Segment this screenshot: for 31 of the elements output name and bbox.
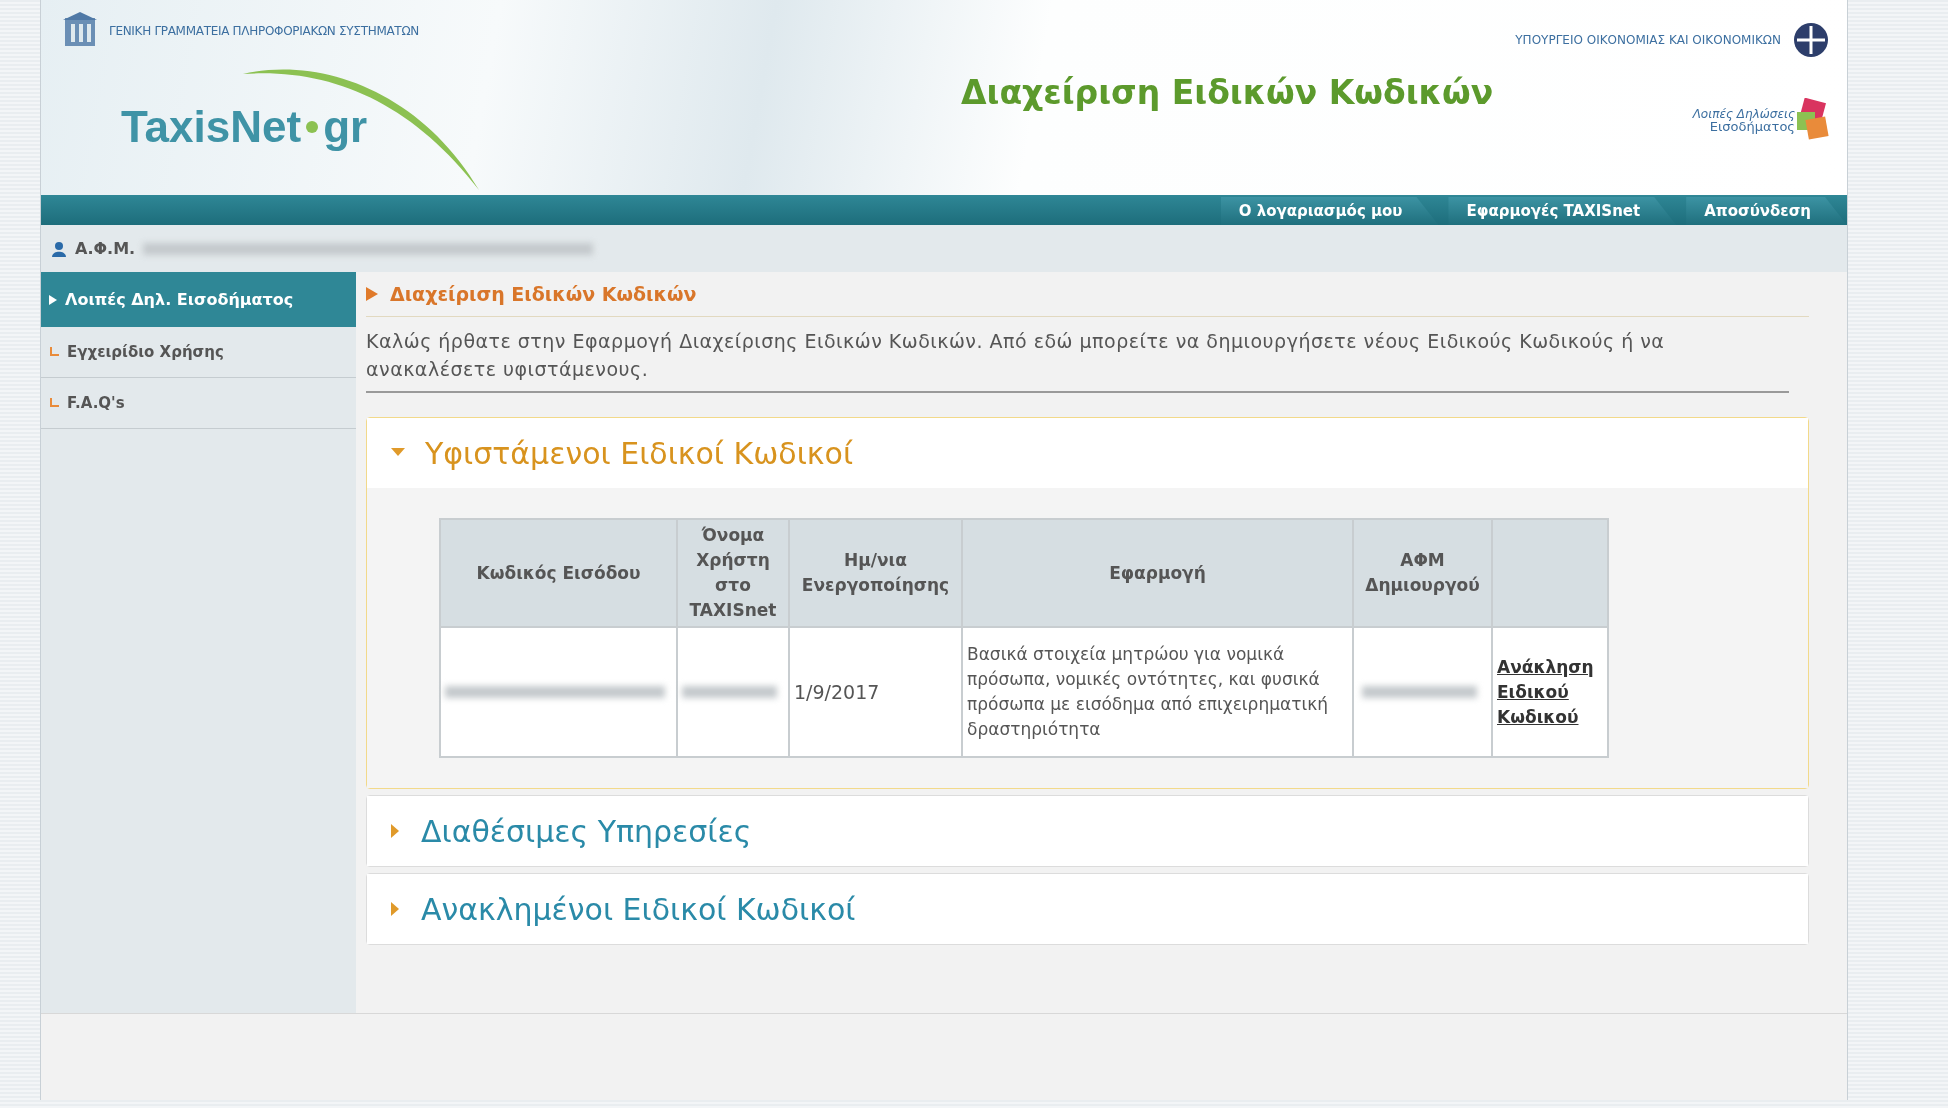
agency-name: ΓΕΝΙΚΗ ΓΡΑΜΜΑΤΕΙΑ ΠΛΗΡΟΦΟΡΙΑΚΩΝ ΣΥΣΤΗΜΑΤΩΝ bbox=[109, 23, 419, 40]
sidebar-item[interactable]: Λοιπές Δηλ. Εισοδήματος bbox=[41, 272, 356, 327]
triangle-icon bbox=[49, 294, 57, 305]
intro-text: Καλώς ήρθατε στην Εφαρμογή Διαχείρισης Ειδικών Κωδικών. Από εδώ μπορείτε να δημιουργήσετε νέους Ειδικούς Κωδικούς ή να ανακαλέσετε υφιστάμενους. bbox=[366, 329, 1666, 382]
caret-right-icon bbox=[391, 824, 401, 838]
nav-tab[interactable]: Αποσύνδεση bbox=[1686, 197, 1847, 225]
user-label: Α.Φ.Μ. bbox=[75, 237, 136, 260]
column-header: ΑΦΜ Δημιουργού bbox=[1353, 519, 1492, 627]
page-title: Διαχείριση Ειδικών Κωδικών bbox=[961, 72, 1495, 114]
user-icon bbox=[51, 240, 67, 257]
accordion-header[interactable]: Διαθέσιμες Υπηρεσίες bbox=[367, 796, 1808, 866]
column-header: Ημ/νια Ενεργοποίησης bbox=[789, 519, 962, 627]
breadcrumb-text: Διαχείριση Ειδικών Κωδικών bbox=[390, 281, 697, 307]
dot-icon bbox=[305, 120, 320, 134]
ministry-name: ΥΠΟΥΡΓΕΙΟ ΟΙΚΟΝΟΜΙΑΣ ΚΑΙ ΟΙΚΟΝΟΜΙΚΩΝ bbox=[1515, 32, 1781, 49]
triangle-icon bbox=[366, 287, 378, 301]
column-header: Εφαρμογή bbox=[962, 519, 1353, 627]
emblem-icon bbox=[1793, 22, 1829, 58]
table-cell: 1/9/2017 bbox=[789, 627, 962, 757]
logo-text: gr bbox=[323, 101, 368, 153]
caret-down-icon bbox=[391, 448, 405, 458]
badge-text: Λοιπές Δηλώσεις bbox=[1692, 107, 1795, 120]
column-header: Όνομα Χρήστη στο TAXISnet bbox=[677, 519, 789, 627]
logo-text: TaxisNet bbox=[121, 101, 302, 153]
branch-icon bbox=[49, 398, 59, 408]
table-cell: Βασικά στοιχεία μητρώου για νομικά πρόσωπα, νομικές οντότητες, και φυσικά πρόσωπα με εισόδημα από επιχειρηματική δραστηριότητα bbox=[962, 627, 1353, 757]
column-header: Κωδικός Εισόδου bbox=[440, 519, 677, 627]
caret-right-icon bbox=[391, 902, 401, 916]
branch-icon bbox=[49, 347, 59, 357]
accordion-header[interactable]: Ανακλημένοι Ειδικοί Κωδικοί bbox=[367, 874, 1808, 944]
squares-icon bbox=[1795, 98, 1829, 142]
